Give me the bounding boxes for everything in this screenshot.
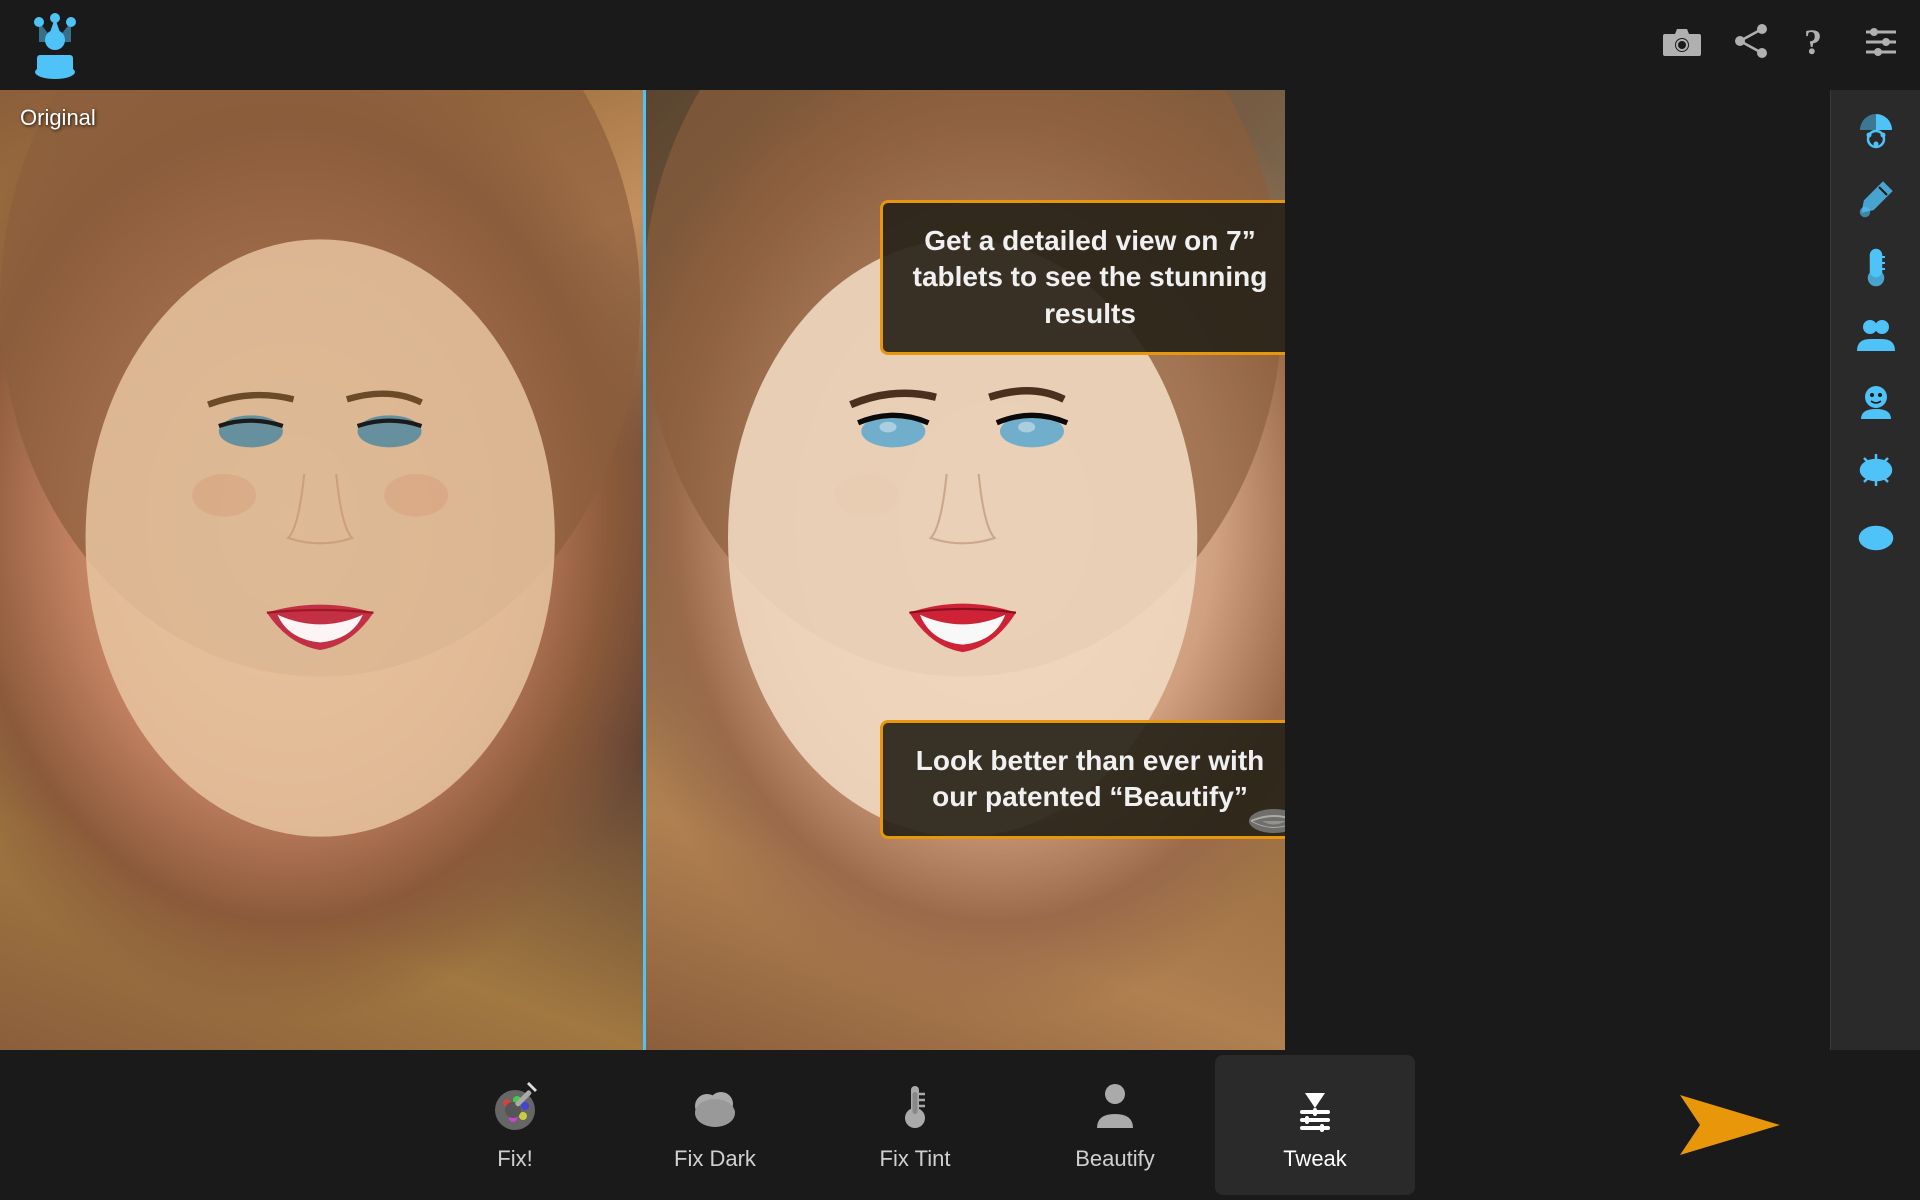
sidebar-color-balance[interactable] [1841,100,1911,160]
fix-tool[interactable]: Fix! [415,1055,615,1195]
help-button[interactable]: ? [1800,22,1832,68]
beautify-tool[interactable]: Beautify [1015,1055,1215,1195]
sidebar-eye-rays[interactable] [1841,440,1911,500]
fix-label: Fix! [497,1146,532,1172]
sidebar-group[interactable] [1841,304,1911,364]
svg-text:?: ? [1804,22,1822,60]
camera-button[interactable] [1662,24,1702,67]
tweak-label: Tweak [1283,1146,1347,1172]
tooltip-beautify: Look better than ever with our patented … [880,720,1285,839]
sidebar-eye[interactable] [1841,508,1911,568]
top-actions: ? [1662,22,1900,68]
tooltip-tablet-view: Get a detailed view on 7” tablets to see… [880,200,1285,355]
before-after-divider [643,90,646,1050]
fix-tint-tool[interactable]: Fix Tint [815,1055,1015,1195]
beautify-label: Beautify [1075,1146,1155,1172]
share-button[interactable] [1732,22,1770,68]
original-label: Original [20,105,96,131]
photo-canvas: Original Get a detailed view on 7” table… [0,90,1285,1050]
sidebar-temperature[interactable] [1841,236,1911,296]
fix-dark-label: Fix Dark [674,1146,756,1172]
arrow-indicator [1680,1075,1820,1180]
sidebar-dropper[interactable] [1841,168,1911,228]
app-logo [20,10,90,80]
settings-button[interactable] [1862,22,1900,68]
photo-original [0,90,643,1050]
fix-dark-tool[interactable]: Fix Dark [615,1055,815,1195]
right-sidebar [1830,90,1920,1050]
top-bar: ? [0,0,1920,90]
fix-tint-label: Fix Tint [880,1146,951,1172]
tweak-tool[interactable]: Tweak [1215,1055,1415,1195]
main-photo-area: Original Get a detailed view on 7” table… [0,90,1285,1050]
bottom-toolbar: Fix! Fix Dark Fix Tint [0,1050,1830,1200]
sidebar-face[interactable] [1841,372,1911,432]
